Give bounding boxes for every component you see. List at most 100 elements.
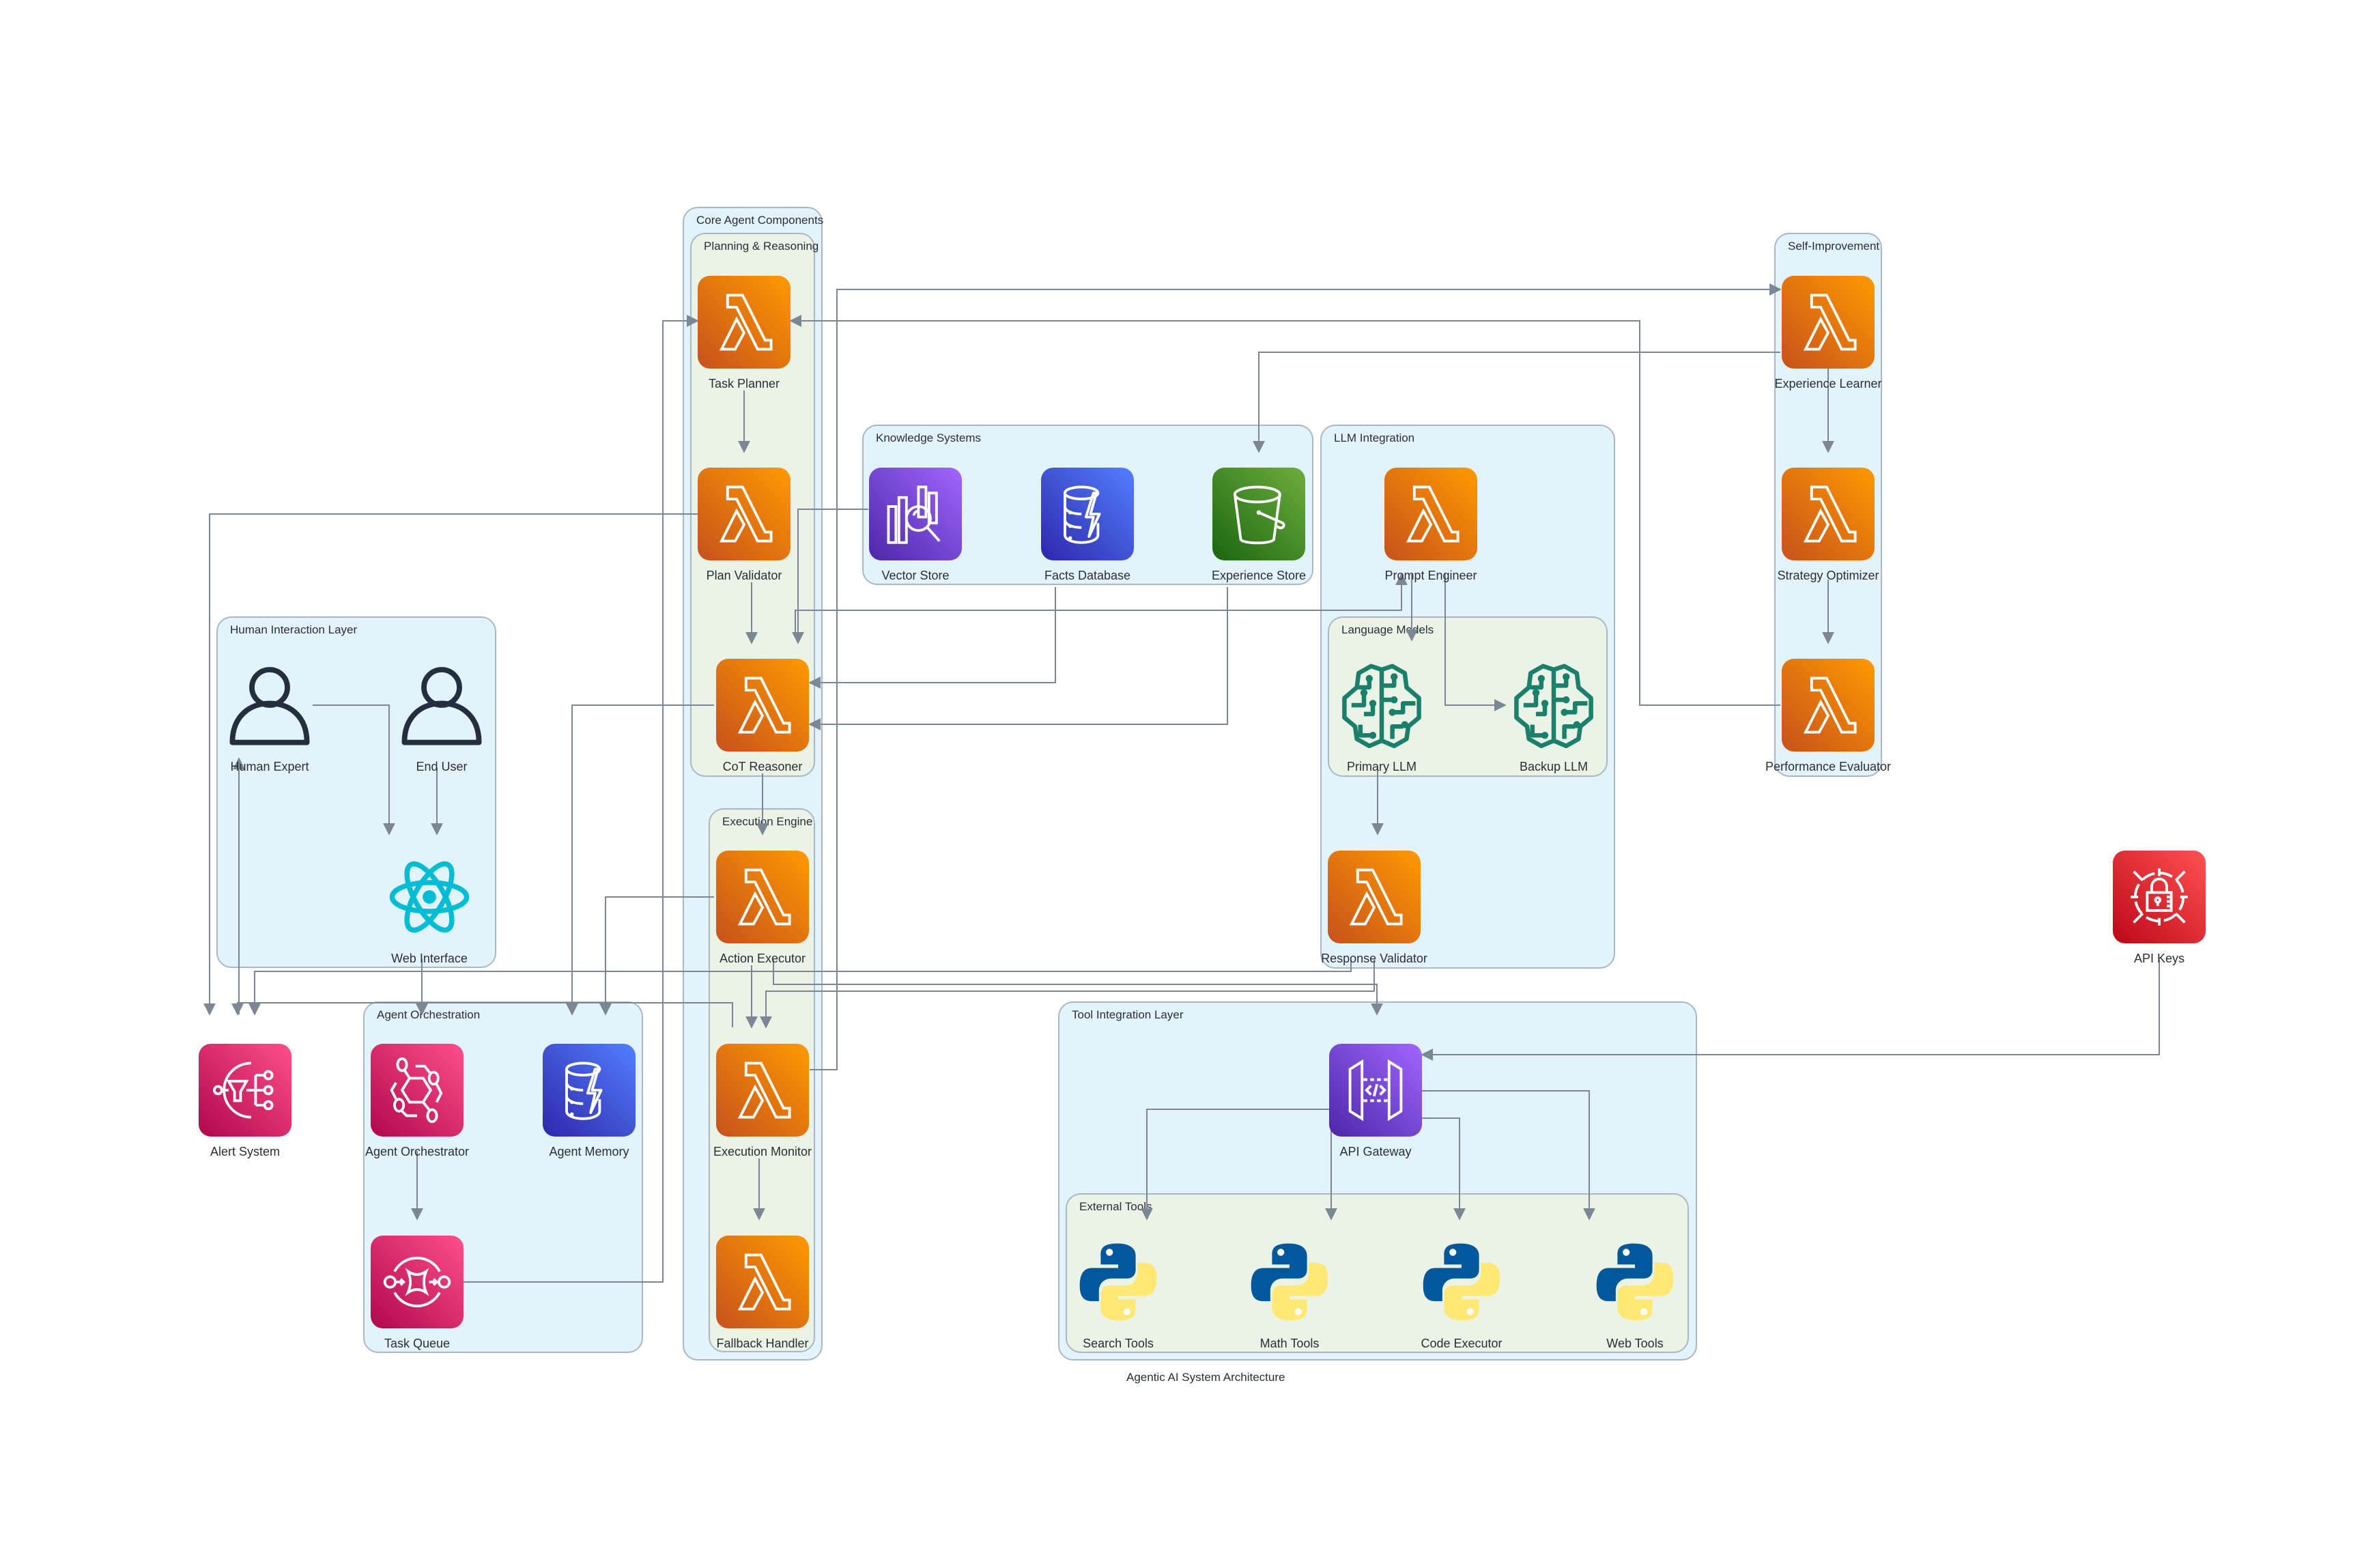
node-fallback-handler[interactable]: Fallback Handler [716, 1236, 809, 1350]
node-label: Fallback Handler [716, 1337, 809, 1350]
node-label: Task Planner [708, 377, 780, 390]
node-task-planner[interactable]: Task Planner [698, 276, 791, 390]
node-label: End User [416, 760, 468, 773]
node-web-tools[interactable]: Web Tools [1589, 1236, 1681, 1350]
api-gateway-icon [1338, 1053, 1413, 1128]
lambda-icon [1791, 668, 1866, 743]
python-icon [1418, 1238, 1505, 1326]
vector-search-icon [878, 476, 953, 552]
lambda-icon [725, 1244, 800, 1320]
node-backup-llm[interactable]: Backup LLM [1507, 659, 1600, 773]
cluster-label: Self-Improvement [1788, 240, 1880, 253]
node-label: Task Queue [384, 1337, 451, 1350]
node-experience-store[interactable]: Experience Store [1212, 468, 1306, 582]
node-execution-monitor[interactable]: Execution Monitor [713, 1044, 812, 1158]
react-icon [387, 855, 472, 939]
node-label: Agent Memory [549, 1145, 629, 1158]
lambda-icon [725, 1053, 800, 1128]
node-label: Vector Store [881, 569, 950, 582]
cluster-label: Execution Engine [722, 815, 813, 828]
node-cot-reasoner[interactable]: CoT Reasoner [716, 659, 809, 773]
edge-execution-monitor-to-experience-learner [810, 283, 1782, 1070]
node-label: Human Expert [230, 760, 309, 773]
lambda-icon [1791, 285, 1866, 360]
node-label: API Gateway [1339, 1145, 1412, 1158]
cluster-label: Language Models [1341, 623, 1434, 636]
cluster-label: Knowledge Systems [876, 431, 982, 444]
brain-circuit-icon [1337, 661, 1426, 750]
node-facts-database[interactable]: Facts Database [1041, 468, 1134, 582]
node-label: Action Executor [719, 952, 806, 965]
cluster-label: Agent Orchestration [377, 1008, 481, 1021]
lambda-icon [707, 285, 782, 360]
dynamodb-icon [552, 1053, 627, 1128]
node-label: Search Tools [1083, 1337, 1154, 1350]
edge-experience-store-to-cot-reasoner [808, 587, 1228, 730]
node-label: Plan Validator [706, 569, 782, 582]
sns-icon [208, 1053, 283, 1128]
node-task-queue[interactable]: Task Queue [371, 1236, 464, 1350]
dynamodb-icon [1050, 476, 1125, 552]
lambda-icon [707, 476, 782, 552]
user-icon [397, 661, 486, 750]
node-label: Backup LLM [1519, 760, 1589, 773]
node-label: Response Validator [1321, 952, 1427, 965]
node-plan-validator[interactable]: Plan Validator [698, 468, 791, 582]
node-code-executor[interactable]: Code Executor [1415, 1236, 1508, 1350]
node-label: Web Interface [391, 952, 468, 965]
node-human-expert[interactable]: Human Expert [223, 659, 316, 773]
node-vector-store[interactable]: Vector Store [869, 468, 962, 582]
node-label: Facts Database [1044, 569, 1131, 582]
lambda-icon [725, 859, 800, 935]
node-response-validator[interactable]: Response Validator [1321, 851, 1427, 965]
s3-bucket-icon [1221, 476, 1296, 552]
node-performance-evaluator[interactable]: Performance Evaluator [1765, 659, 1891, 773]
node-action-executor[interactable]: Action Executor [716, 851, 809, 965]
node-agent-orchestrator[interactable]: Agent Orchestrator [365, 1044, 469, 1158]
lambda-icon [1791, 476, 1866, 552]
node-label: Math Tools [1259, 1337, 1320, 1350]
node-primary-llm[interactable]: Primary LLM [1335, 659, 1428, 773]
cluster-label: Core Agent Components [696, 214, 824, 227]
node-label: Execution Monitor [713, 1145, 812, 1158]
lambda-icon [1393, 476, 1468, 552]
lambda-icon [1337, 859, 1412, 935]
eventbridge-icon [380, 1053, 455, 1128]
node-math-tools[interactable]: Math Tools [1243, 1236, 1336, 1350]
node-label: Agent Orchestrator [365, 1145, 470, 1158]
node-label: API Keys [2133, 952, 2185, 965]
python-icon [1591, 1238, 1679, 1326]
node-label: Experience Store [1211, 569, 1307, 582]
node-label: Code Executor [1421, 1337, 1503, 1350]
secrets-manager-icon [2122, 859, 2197, 935]
node-label: Experience Learner [1774, 377, 1882, 390]
node-label: CoT Reasoner [722, 760, 803, 773]
node-agent-memory[interactable]: Agent Memory [543, 1044, 636, 1158]
cluster-label: Tool Integration Layer [1072, 1008, 1184, 1021]
cluster-label: LLM Integration [1334, 431, 1415, 444]
cluster-label: Planning & Reasoning [704, 240, 819, 253]
node-search-tools[interactable]: Search Tools [1072, 1236, 1165, 1350]
sqs-icon [380, 1244, 455, 1320]
node-alert-system[interactable]: Alert System [199, 1044, 291, 1158]
lambda-icon [725, 668, 800, 743]
node-prompt-engineer[interactable]: Prompt Engineer [1384, 468, 1477, 582]
user-icon [225, 661, 314, 750]
node-api-keys[interactable]: API Keys [2113, 851, 2206, 965]
edge-facts-database-to-cot-reasoner [808, 587, 1056, 689]
node-label: Prompt Engineer [1384, 569, 1477, 582]
cluster-label: Human Interaction Layer [230, 623, 358, 636]
node-label: Strategy Optimizer [1777, 569, 1879, 582]
node-end-user[interactable]: End User [395, 659, 488, 773]
diagram-title: Agentic AI System Architecture [1126, 1371, 1285, 1384]
node-web-interface[interactable]: Web Interface [383, 851, 476, 965]
python-icon [1246, 1238, 1333, 1326]
node-api-gateway[interactable]: API Gateway [1329, 1044, 1422, 1158]
cluster-label: External Tools [1079, 1200, 1152, 1213]
python-icon [1074, 1238, 1162, 1326]
node-strategy-optimizer[interactable]: Strategy Optimizer [1777, 468, 1879, 582]
node-label: Web Tools [1606, 1337, 1664, 1350]
node-experience-learner[interactable]: Experience Learner [1774, 276, 1882, 390]
node-label: Performance Evaluator [1765, 760, 1892, 773]
node-label: Primary LLM [1346, 760, 1417, 773]
